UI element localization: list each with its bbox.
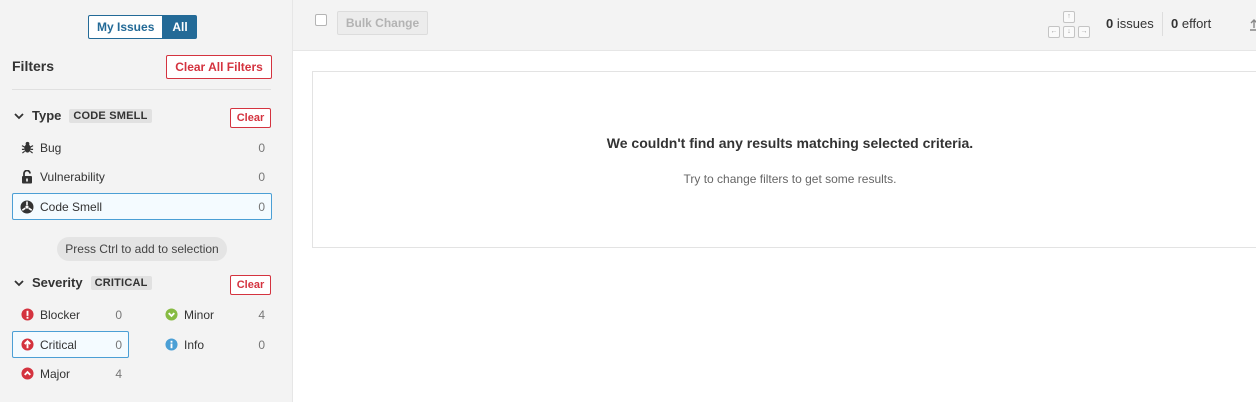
severity-item-count: 4 <box>258 307 265 322</box>
severity-clear-button[interactable]: Clear <box>230 275 271 295</box>
export-icon[interactable] <box>1250 18 1256 32</box>
type-item-code-smell[interactable]: Code Smell 0 <box>12 193 272 220</box>
type-item-count: 0 <box>258 140 265 155</box>
empty-results-subtitle: Try to change filters to get some result… <box>683 172 897 186</box>
type-item-label: Code Smell <box>40 199 103 214</box>
severity-item-count: 0 <box>115 337 122 352</box>
type-facet-header[interactable]: Type CODE SMELL <box>14 108 152 123</box>
blocker-icon <box>20 308 34 322</box>
severity-facet-selected-value: CRITICAL <box>90 275 152 290</box>
arrow-down-key-icon: ↓ <box>1063 26 1075 38</box>
filters-title: Filters <box>12 58 55 74</box>
chevron-down-icon <box>14 109 28 123</box>
multi-select-hint: Press Ctrl to add to selection <box>57 237 227 261</box>
info-icon <box>164 338 178 352</box>
code-smell-icon <box>20 200 34 214</box>
severity-item-count: 0 <box>115 307 122 322</box>
severity-item-minor[interactable]: Minor 4 <box>156 301 272 328</box>
type-facet-selected-value: CODE SMELL <box>69 108 152 123</box>
issues-count-value: 0 <box>1106 16 1114 31</box>
bug-icon <box>20 141 34 155</box>
severity-item-label: Info <box>184 337 205 352</box>
type-item-count: 0 <box>258 169 265 184</box>
issues-count: 0 issues <box>1106 16 1154 31</box>
effort-count: 0 effort <box>1171 16 1211 31</box>
minor-icon <box>164 308 178 322</box>
severity-item-critical[interactable]: Critical 0 <box>12 331 129 358</box>
divider <box>12 89 271 90</box>
results-panel <box>312 71 1256 248</box>
major-icon <box>20 367 34 381</box>
effort-count-label: effort <box>1181 16 1212 31</box>
type-clear-button[interactable]: Clear <box>230 108 271 128</box>
severity-item-label: Critical <box>40 337 77 352</box>
type-item-bug[interactable]: Bug 0 <box>12 134 272 161</box>
type-item-label: Vulnerability <box>40 169 105 184</box>
keyboard-navigation-hint: ↑ ← ↓ → <box>1048 11 1090 39</box>
bulk-change-button[interactable]: Bulk Change <box>337 11 428 35</box>
type-item-vulnerability[interactable]: Vulnerability 0 <box>12 163 272 190</box>
severity-facet-name: Severity <box>32 275 83 290</box>
chevron-down-icon <box>14 276 28 290</box>
severity-item-count: 0 <box>258 337 265 352</box>
issues-count-label: issues <box>1116 16 1154 31</box>
severity-item-count: 4 <box>115 366 122 381</box>
clear-all-filters-button[interactable]: Clear All Filters <box>166 55 272 79</box>
severity-item-label: Major <box>40 366 71 381</box>
critical-icon <box>20 338 34 352</box>
severity-item-major[interactable]: Major 4 <box>12 360 129 387</box>
divider <box>1162 12 1163 36</box>
severity-facet-header[interactable]: Severity CRITICAL <box>14 275 152 290</box>
severity-item-info[interactable]: Info 0 <box>156 331 272 358</box>
select-all-checkbox[interactable] <box>315 14 327 26</box>
arrow-left-key-icon: ← <box>1048 26 1060 38</box>
severity-item-label: Blocker <box>40 307 81 322</box>
lock-open-icon <box>20 169 34 184</box>
severity-item-label: Minor <box>184 307 215 322</box>
effort-count-value: 0 <box>1171 16 1179 31</box>
all-issues-button[interactable]: All <box>163 15 197 39</box>
my-issues-button[interactable]: My Issues <box>88 15 164 39</box>
arrow-right-key-icon: → <box>1078 26 1090 38</box>
type-item-label: Bug <box>40 140 62 155</box>
scope-toggle: My Issues All <box>88 15 197 39</box>
empty-results-title: We couldn't find any results matching se… <box>606 135 974 151</box>
type-item-count: 0 <box>258 199 265 214</box>
severity-item-blocker[interactable]: Blocker 0 <box>12 301 129 328</box>
type-facet-name: Type <box>32 108 62 123</box>
arrow-up-key-icon: ↑ <box>1063 11 1075 23</box>
